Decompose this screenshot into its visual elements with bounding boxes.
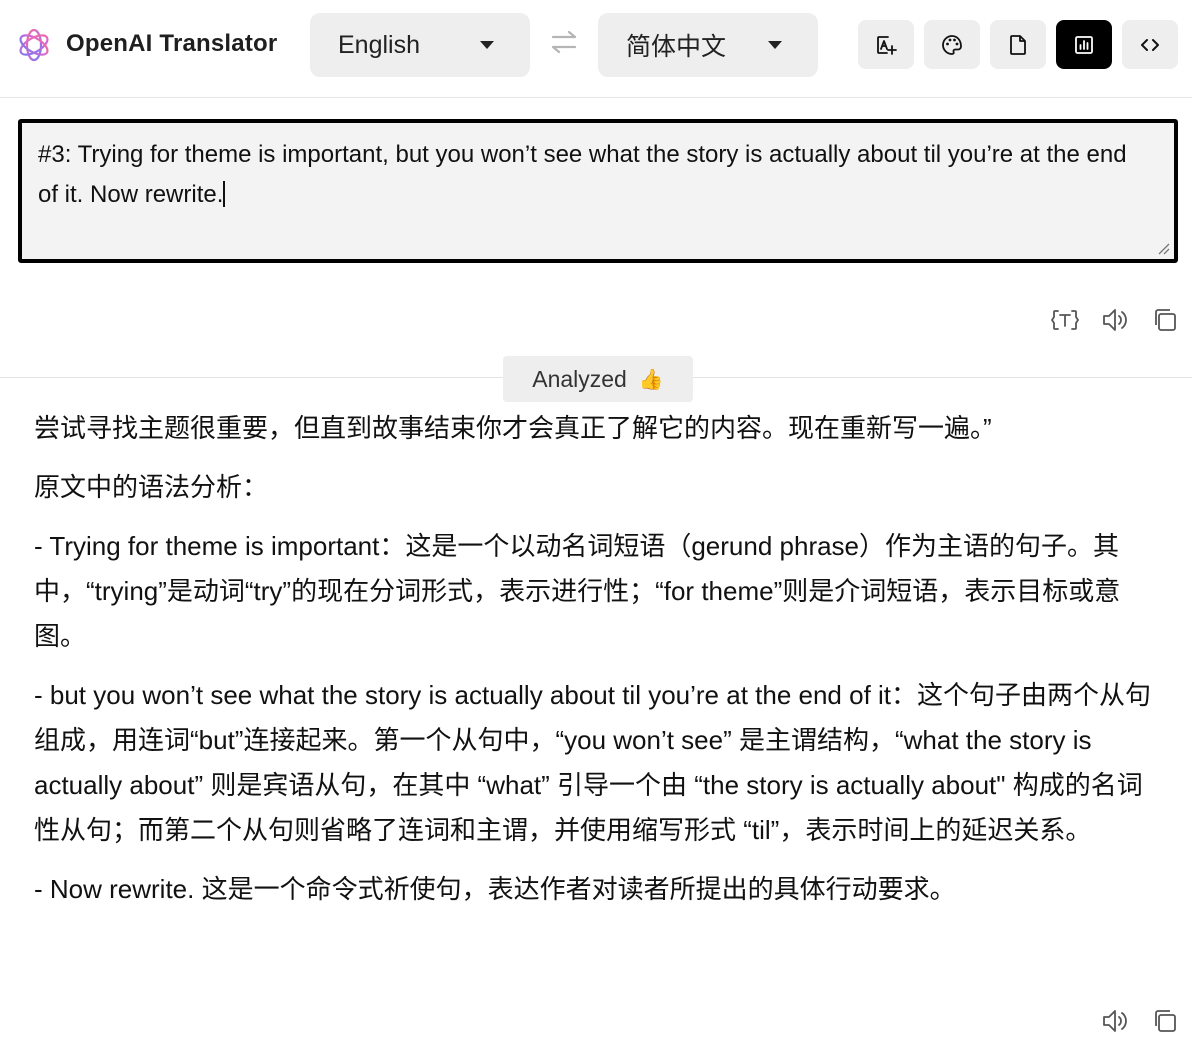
output-paragraph: - but you won’t see what the story is ac… — [34, 680, 1152, 845]
copy-icon — [1155, 309, 1176, 331]
source-text: #3: Trying for theme is important, but y… — [38, 141, 1127, 208]
source-language-label: English — [338, 30, 420, 59]
translation-output: 尝试寻找主题很重要，但直到故事结束你才会真正了解它的内容。现在重新写一遍。” 原… — [34, 406, 1164, 926]
status-badge: Analyzed 👍 — [503, 356, 693, 402]
file-icon — [1010, 34, 1026, 55]
speaker-icon — [1103, 309, 1127, 331]
app-title: OpenAI Translator — [66, 30, 278, 57]
source-text-area[interactable]: #3: Trying for theme is important, but y… — [18, 119, 1178, 263]
chevron-down-icon — [768, 41, 782, 49]
speaker-icon — [1103, 1010, 1127, 1032]
code-icon — [1141, 38, 1159, 51]
code-button[interactable] — [1122, 20, 1178, 69]
target-language-select[interactable]: 简体中文 — [598, 13, 818, 77]
text-cursor — [223, 181, 226, 207]
copy-output-button[interactable] — [1149, 1005, 1181, 1037]
target-language-label: 简体中文 — [626, 33, 727, 61]
analysis-button[interactable] — [1056, 20, 1112, 69]
copy-source-button[interactable] — [1149, 304, 1181, 336]
speak-output-button[interactable] — [1099, 1005, 1131, 1037]
header: OpenAI Translator English 简体中文 — [0, 0, 1192, 98]
status-label: Analyzed — [532, 365, 627, 392]
output-paragraph: 尝试寻找主题很重要，但直到故事结束你才会真正了解它的内容。现在重新写一遍。” — [34, 413, 992, 443]
chevron-down-icon — [480, 41, 494, 49]
add-word-icon — [877, 35, 897, 55]
output-paragraph: 原文中的语法分析： — [34, 472, 269, 502]
file-button[interactable] — [990, 20, 1046, 69]
copy-icon — [1155, 1010, 1176, 1032]
output-paragraph: - Now rewrite. 这是一个命令式祈使句，表达作者对读者所提出的具体行… — [34, 874, 956, 904]
ocr-button[interactable] — [1049, 304, 1081, 336]
theme-palette-icon — [942, 34, 962, 55]
theme-button[interactable] — [924, 20, 980, 69]
speak-source-button[interactable] — [1099, 304, 1131, 336]
text-recognition-icon — [1051, 310, 1079, 330]
swap-languages-icon[interactable] — [548, 28, 580, 56]
source-language-select[interactable]: English — [310, 13, 530, 77]
openai-logo-icon — [19, 28, 49, 62]
add-word-button[interactable] — [858, 20, 914, 69]
output-paragraph: - Trying for theme is important：这是一个以动名词… — [34, 531, 1121, 651]
thumbs-up-icon: 👍 — [638, 368, 664, 391]
resize-handle-icon[interactable] — [1156, 241, 1170, 255]
analysis-icon — [1075, 35, 1093, 54]
